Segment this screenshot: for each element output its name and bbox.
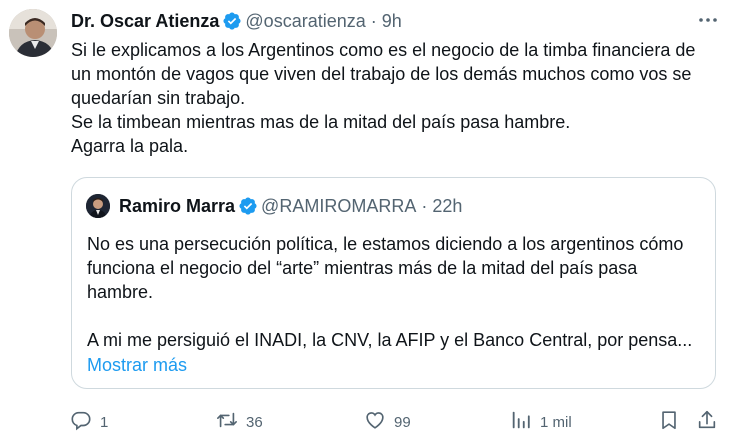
quoted-line: funciona el negocio del “arte” mientras … [87, 258, 638, 278]
reply-icon [70, 409, 92, 435]
retweet-icon [216, 409, 238, 435]
quoted-author-handle: @RAMIROMARRA [261, 195, 417, 216]
quoted-tweet-text: No es una persecución política, le estam… [87, 232, 707, 352]
like-button[interactable]: 99 [364, 408, 411, 436]
tweet-time[interactable]: 9h [382, 11, 402, 32]
action-bar: 1 36 99 1 mil [60, 408, 726, 436]
quoted-author-name[interactable]: Ramiro Marra [119, 196, 235, 217]
verified-badge-icon [238, 196, 258, 216]
tweet-header: Dr. Oscar Atienza @oscaratienza · 9h [71, 9, 676, 33]
quoted-line: No es una persecución política, le estam… [87, 234, 684, 254]
tweet-line: un montón de vagos que viven del trabajo… [71, 64, 692, 84]
bookmark-button[interactable] [658, 408, 680, 436]
tweet-line: Agarra la pala. [71, 136, 189, 156]
share-button[interactable] [696, 408, 718, 436]
quoted-line [87, 304, 707, 328]
share-icon [696, 409, 718, 435]
show-more-link[interactable]: Mostrar más [87, 353, 187, 377]
quoted-author-avatar[interactable] [86, 194, 110, 218]
reply-count: 1 [100, 413, 109, 431]
tweet-text: Si le explicamos a los Argentinos como e… [71, 38, 721, 158]
quoted-tweet[interactable]: Ramiro Marra @RAMIROMARRA · 22h No es un… [71, 177, 716, 389]
more-options-icon[interactable] [696, 8, 720, 32]
quoted-line: hambre. [87, 282, 154, 302]
tweet-line: Si le explicamos a los Argentinos como e… [71, 40, 696, 60]
author-avatar[interactable] [9, 9, 57, 57]
tweet[interactable]: Dr. Oscar Atienza @oscaratienza · 9h Si … [0, 0, 736, 448]
views-icon [510, 409, 532, 435]
bookmark-icon [658, 409, 680, 435]
tweet-line: quedarían sin trabajo. [71, 88, 246, 108]
like-count: 99 [394, 413, 411, 431]
retweet-button[interactable]: 36 [216, 408, 263, 436]
author-name[interactable]: Dr. Oscar Atienza [71, 11, 219, 32]
heart-icon [364, 409, 386, 435]
tweet-line: Se la timbean mientras mas de la mitad d… [71, 112, 571, 132]
quoted-tweet-time: 22h [432, 195, 463, 216]
verified-badge-icon [222, 11, 242, 31]
views-button[interactable]: 1 mil [510, 408, 572, 436]
separator: · [370, 10, 377, 31]
views-count: 1 mil [540, 413, 572, 431]
quoted-tweet-header: Ramiro Marra @RAMIROMARRA · 22h [86, 194, 462, 218]
separator: · [421, 195, 428, 216]
author-handle[interactable]: @oscaratienza [245, 11, 365, 32]
retweet-count: 36 [246, 413, 263, 431]
quoted-line: A mi me persiguió el INADI, la CNV, la A… [87, 330, 693, 350]
reply-button[interactable]: 1 [70, 408, 108, 436]
